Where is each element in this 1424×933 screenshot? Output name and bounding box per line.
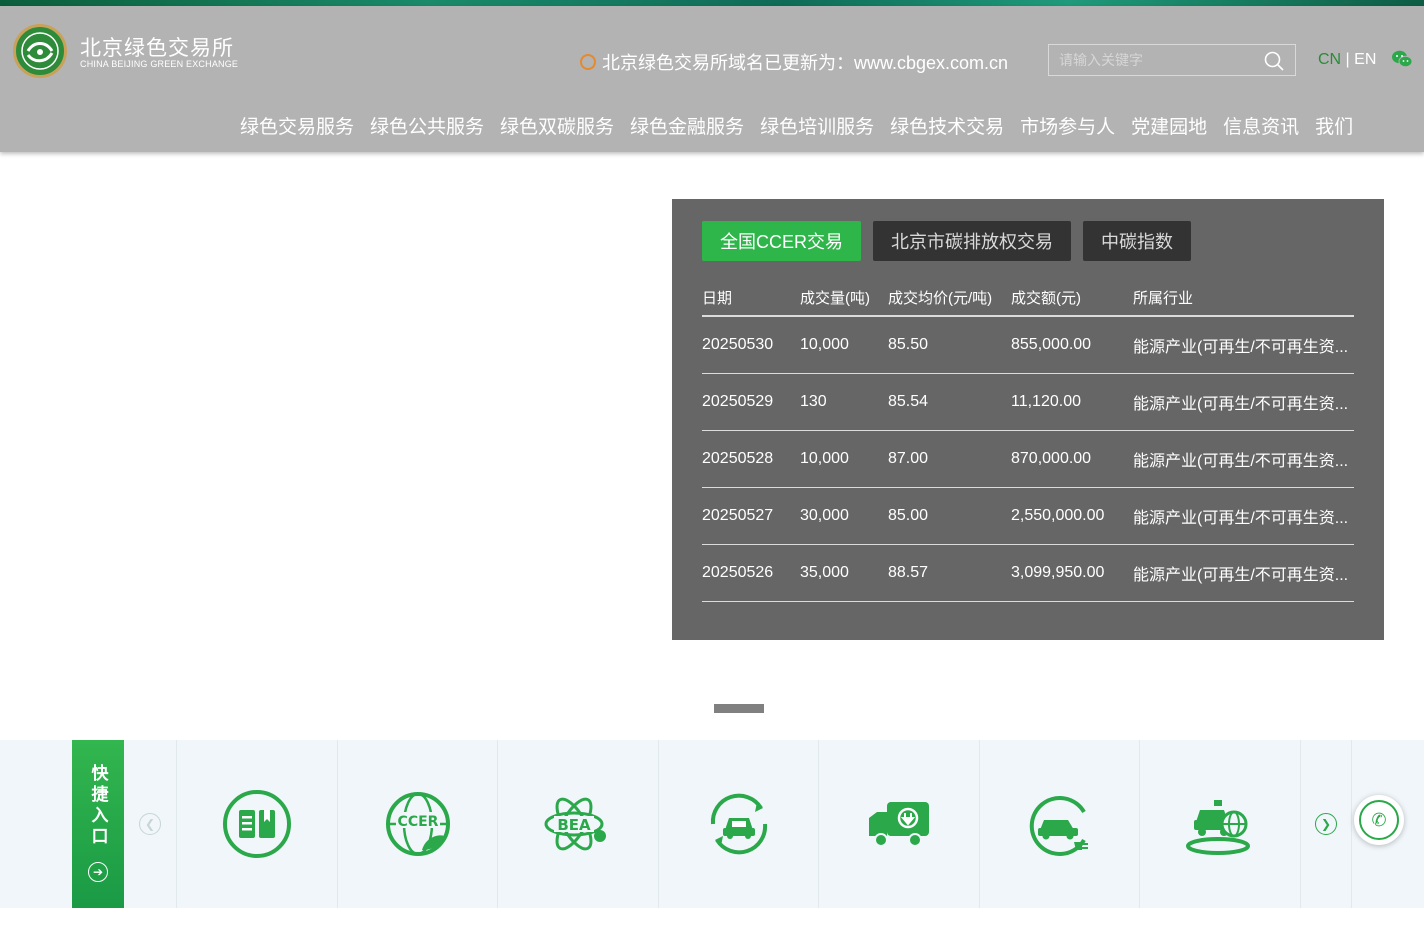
trade-table: 日期 成交量(吨) 成交均价(元/吨) 成交额(元) 所属行业 20250530… [702, 279, 1354, 602]
logo-icon[interactable] [13, 24, 67, 78]
quick-entry-text: 快捷入口 [88, 764, 108, 848]
trade-data-panel: 全国CCER交易 北京市碳排放权交易 中碳指数 日期 成交量(吨) 成交均价(元… [672, 199, 1384, 640]
nav-item-training[interactable]: 绿色培训服务 [752, 112, 882, 139]
cell-volume: 10,000 [800, 450, 849, 467]
nav-item-public-service[interactable]: 绿色公共服务 [362, 112, 492, 139]
cell-amount: 855,000.00 [1011, 336, 1092, 353]
cell-amount: 2,550,000.00 [1011, 507, 1105, 524]
col-header-industry: 所属行业 [1133, 289, 1194, 307]
table-row[interactable]: 20250526 35,000 88.57 3,099,950.00 能源产业(… [702, 545, 1354, 602]
col-header-amount: 成交额(元) [1011, 289, 1081, 307]
table-header: 日期 成交量(吨) 成交均价(元/吨) 成交额(元) 所属行业 [702, 279, 1354, 317]
nav-item-news[interactable]: 信息资讯 [1215, 112, 1307, 139]
table-row[interactable]: 20250527 30,000 85.00 2,550,000.00 能源产业(… [702, 488, 1354, 545]
search-box [1048, 44, 1296, 76]
cell-amount: 11,120.00 [1011, 393, 1081, 410]
cell-industry: 能源产业(可再生/不可再生资... [1133, 453, 1349, 470]
col-header-volume: 成交量(吨) [800, 289, 870, 307]
main-nav: 绿色交易服务 绿色公共服务 绿色双碳服务 绿色金融服务 绿色培训服务 绿色技术交… [232, 112, 1361, 139]
cell-date: 20250529 [702, 393, 774, 410]
ccer-globe-icon: CCER [385, 792, 450, 856]
domain-notice[interactable]: 北京绿色交易所域名已更新为：www.cbgex.com.cn [580, 49, 1008, 75]
language-switch: CN | EN [1318, 51, 1376, 69]
cell-avg-price: 85.54 [888, 393, 929, 410]
table-row[interactable]: 20250528 10,000 87.00 870,000.00 能源产业(可再… [702, 431, 1354, 488]
quick-item-ev-truck[interactable] [818, 740, 978, 908]
cell-date: 20250526 [702, 564, 774, 581]
car-globe-icon [1185, 800, 1250, 855]
cell-volume: 35,000 [800, 564, 849, 581]
cell-avg-price: 85.00 [888, 507, 929, 524]
tab-beijing-carbon[interactable]: 北京市碳排放权交易 [873, 221, 1072, 261]
table-row[interactable]: 20250530 10,000 85.50 855,000.00 能源产业(可再… [702, 317, 1354, 374]
brand-name-en: CHINA BEIJING GREEN EXCHANGE [80, 59, 239, 69]
ev-car-icon [1029, 796, 1088, 856]
lang-separator: | [1341, 51, 1355, 68]
bea-atom-icon: BEA [544, 797, 606, 851]
tab-carbon-index[interactable]: 中碳指数 [1083, 221, 1192, 261]
wechat-icon[interactable] [1391, 49, 1413, 69]
col-header-date: 日期 [702, 289, 733, 307]
nav-item-dual-carbon[interactable]: 绿色双碳服务 [492, 112, 622, 139]
notice-icon [580, 54, 596, 70]
cell-avg-price: 87.00 [888, 450, 929, 467]
nav-item-participants[interactable]: 市场参与人 [1012, 112, 1123, 139]
phone-icon: ✆ [1359, 800, 1399, 840]
cell-industry: 能源产业(可再生/不可再生资... [1133, 396, 1349, 413]
quick-entry-bar: 快捷入口 ➔ CCER BEA ❮ ❯ [0, 740, 1424, 908]
nav-item-finance[interactable]: 绿色金融服务 [622, 112, 752, 139]
svg-text:BEA: BEA [557, 816, 591, 834]
book-icon [222, 790, 291, 858]
cell-volume: 130 [800, 393, 827, 410]
cell-avg-price: 88.57 [888, 564, 929, 581]
cell-avg-price: 85.50 [888, 336, 929, 353]
car-cycle-icon [710, 793, 767, 855]
quick-item-car-globe[interactable] [1139, 740, 1299, 908]
ev-truck-icon [868, 802, 929, 847]
cell-date: 20250528 [702, 450, 774, 467]
phone-button[interactable]: ✆ [1354, 795, 1404, 845]
quick-item-car-cycle[interactable] [658, 740, 818, 908]
nav-item-about[interactable]: 我们 [1307, 112, 1361, 139]
chevron-left-icon[interactable]: ❮ [139, 813, 161, 835]
cell-amount: 3,099,950.00 [1011, 564, 1105, 581]
quick-item-ccer[interactable]: CCER [337, 740, 497, 908]
brand-name-cn: 北京绿色交易所 [80, 37, 234, 60]
cell-amount: 870,000.00 [1011, 450, 1092, 467]
col-header-avg-price: 成交均价(元/吨) [888, 289, 993, 307]
cell-industry: 能源产业(可再生/不可再生资... [1133, 510, 1349, 527]
cell-date: 20250530 [702, 336, 774, 353]
site-header: 北京绿色交易所 CHINA BEIJING GREEN EXCHANGE 北京绿… [0, 6, 1424, 152]
nav-item-trade-service[interactable]: 绿色交易服务 [232, 112, 362, 139]
cell-volume: 10,000 [800, 336, 849, 353]
arrow-right-icon: ➔ [88, 862, 108, 882]
cell-volume: 30,000 [800, 507, 849, 524]
nav-item-party-building[interactable]: 党建园地 [1123, 112, 1215, 139]
search-input[interactable] [1059, 49, 1249, 71]
quick-item-book[interactable] [176, 740, 336, 908]
trade-tabs: 全国CCER交易 北京市碳排放权交易 中碳指数 [702, 221, 1192, 261]
lang-en-link[interactable]: EN [1354, 51, 1376, 68]
carousel-indicator[interactable] [714, 704, 764, 713]
cell-industry: 能源产业(可再生/不可再生资... [1133, 567, 1349, 584]
cell-industry: 能源产业(可再生/不可再生资... [1133, 339, 1349, 356]
chevron-right-icon[interactable]: ❯ [1315, 813, 1337, 835]
lang-cn-link[interactable]: CN [1318, 51, 1341, 68]
table-row[interactable]: 20250529 130 85.54 11,120.00 能源产业(可再生/不可… [702, 374, 1354, 431]
quick-entry-label[interactable]: 快捷入口 ➔ [72, 740, 124, 908]
nav-item-tech-trade[interactable]: 绿色技术交易 [882, 112, 1012, 139]
quick-item-bea[interactable]: BEA [497, 740, 657, 908]
tab-national-ccer[interactable]: 全国CCER交易 [702, 221, 862, 261]
svg-text:CCER: CCER [397, 814, 438, 830]
notice-text: 北京绿色交易所域名已更新为：www.cbgex.com.cn [602, 53, 1009, 73]
cell-date: 20250527 [702, 507, 774, 524]
search-icon[interactable] [1263, 50, 1285, 72]
quick-item-ev-car[interactable] [979, 740, 1139, 908]
